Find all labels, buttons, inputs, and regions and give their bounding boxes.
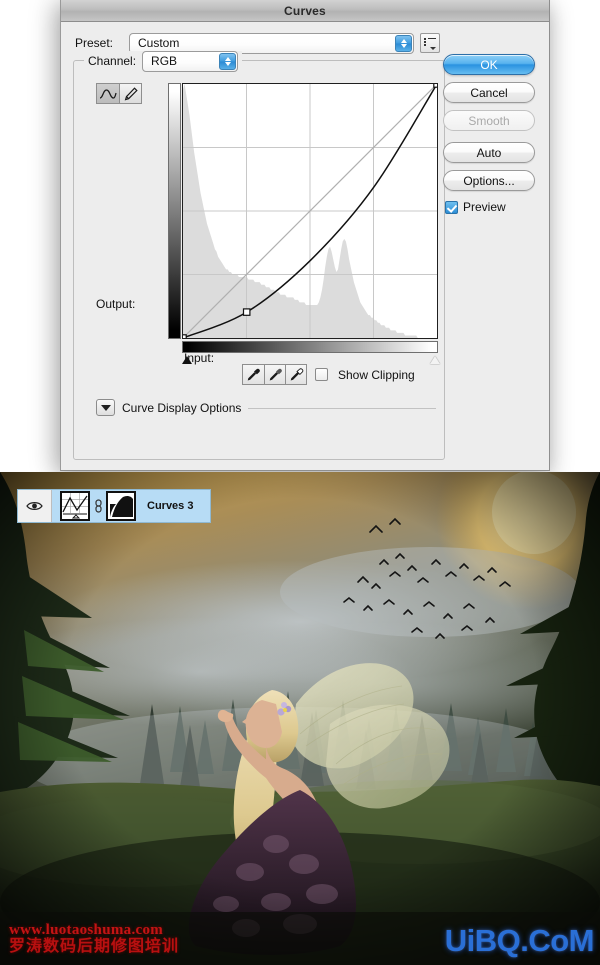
curve-plot-svg [183,84,437,338]
dialog-button-column: OK Cancel Smooth Auto Options... Preview [443,54,535,214]
watermark-chinese: 罗涛数码后期修图培训 [9,938,180,956]
layer-mask-thumbnail[interactable] [106,491,136,521]
channel-stepper[interactable] [219,52,237,70]
auto-button[interactable]: Auto [443,142,535,163]
mask-thumbnail-icon [108,493,134,519]
screenshot-root: Curves Preset: Custom Channel: RGB Outpu… [0,0,600,965]
curve-tool-button[interactable] [97,84,119,103]
channel-row: Channel: RGB [84,50,243,72]
preset-label: Preset: [75,36,114,50]
layer-row[interactable]: Curves 3 [17,489,211,523]
eyedropper-gray-icon [269,368,282,381]
smooth-button[interactable]: Smooth [443,110,535,131]
set-white-point-button[interactable] [285,365,306,384]
dialog-title: Curves [284,3,326,18]
eyedropper-white-icon [290,368,303,381]
output-label: Output: [96,297,136,311]
list-menu-icon [424,37,436,50]
stepper-down-arrow-icon [224,61,231,66]
eye-icon [26,502,43,510]
eyedropper-group [242,364,307,385]
pencil-icon [124,86,138,100]
preview-label: Preview [463,200,506,214]
input-label: Input: [184,351,215,365]
channel-value: RGB [151,54,178,68]
output-gradient-bar [168,83,181,339]
white-point-marker-icon[interactable] [430,356,440,364]
curve-display-options-row[interactable]: Curve Display Options [96,399,436,416]
ok-button[interactable]: OK [443,54,535,75]
layer-visibility-toggle[interactable] [18,490,52,522]
channel-dropdown[interactable]: RGB [142,50,239,72]
curves-thumbnail-icon [62,493,88,519]
preset-value: Custom [138,36,180,50]
curves-adjustment-thumbnail[interactable] [60,491,90,521]
link-icon [94,498,102,513]
channel-label: Channel: [88,54,137,68]
preset-stepper[interactable] [395,34,412,52]
cancel-button[interactable]: Cancel [443,82,535,103]
options-button[interactable]: Options... [443,170,535,191]
fantasy-composite-image [0,472,600,965]
set-black-point-button[interactable] [243,365,264,384]
dialog-titlebar[interactable]: Curves [61,0,549,22]
curve-pen-icon [99,88,117,99]
show-clipping-label: Show Clipping [338,367,415,382]
eyedropper-row: Show Clipping [242,364,415,385]
pencil-tool-button[interactable] [119,84,141,103]
preview-row: Preview [445,200,535,214]
eyedropper-black-icon [247,368,260,381]
curve-plot-area[interactable] [182,83,438,339]
stepper-down-arrow-icon [400,43,407,48]
stepper-up-arrow-icon [224,56,231,61]
watermark-url: www.luotaoshuma.com [9,922,164,939]
show-clipping-checkbox[interactable] [315,368,328,381]
channel-groupbox: Channel: RGB Output: Input: Show Clippin… [73,50,445,460]
stepper-up-arrow-icon [400,38,407,43]
curve-tool-group [96,83,142,104]
disclosure-triangle-icon[interactable] [96,399,115,416]
layer-name-label: Curves 3 [147,500,194,512]
curves-dialog: Curves Preset: Custom Channel: RGB Outpu… [60,0,550,471]
watermark-left: www.luotaoshuma.com 罗涛数码后期修图培训 [9,922,180,956]
curve-display-options-label: Curve Display Options [122,400,242,415]
input-gradient-bar [182,341,438,353]
section-divider [248,407,436,409]
preset-options-menu-button[interactable] [420,33,440,53]
watermark-right: UiBQ.CoM [444,923,595,958]
set-gray-point-button[interactable] [264,365,285,384]
photo-canvas: Curves 3 www.luotaoshuma.com 罗涛数码后期修图培训 … [0,472,600,965]
layer-mask-link-icon[interactable] [93,498,103,514]
preview-checkbox[interactable] [445,200,458,214]
dialog-body: Preset: Custom Channel: RGB Output: Inpu… [61,22,549,471]
